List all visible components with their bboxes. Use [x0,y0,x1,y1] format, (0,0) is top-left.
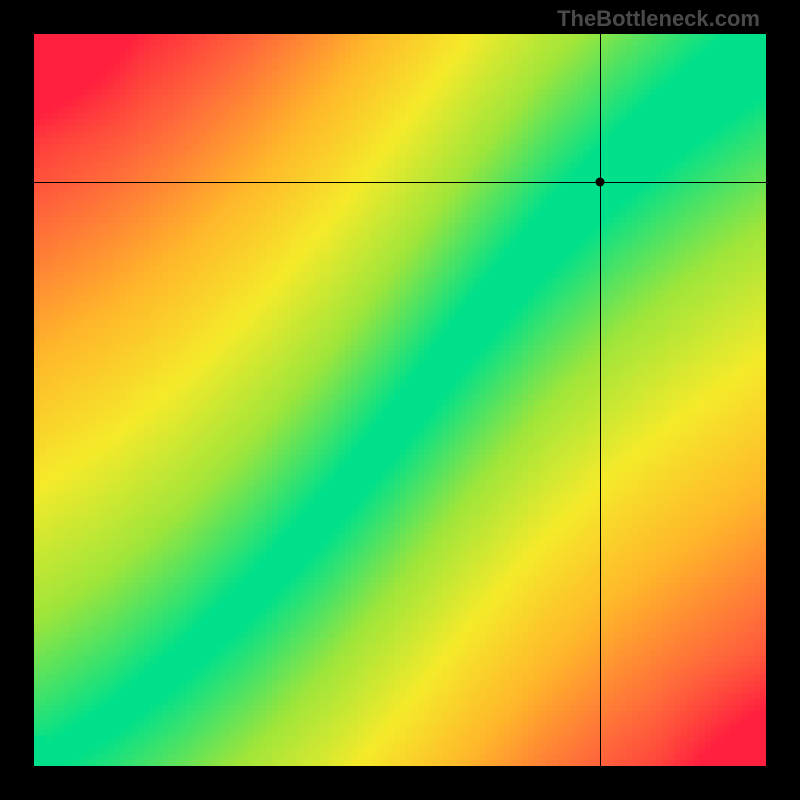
chart-frame: TheBottleneck.com [0,0,800,800]
crosshair-vertical [600,34,601,766]
watermark-text: TheBottleneck.com [557,6,760,32]
heatmap-canvas [34,34,766,766]
heatmap-plot [34,34,766,766]
crosshair-horizontal [34,182,766,183]
marker-point [595,177,604,186]
